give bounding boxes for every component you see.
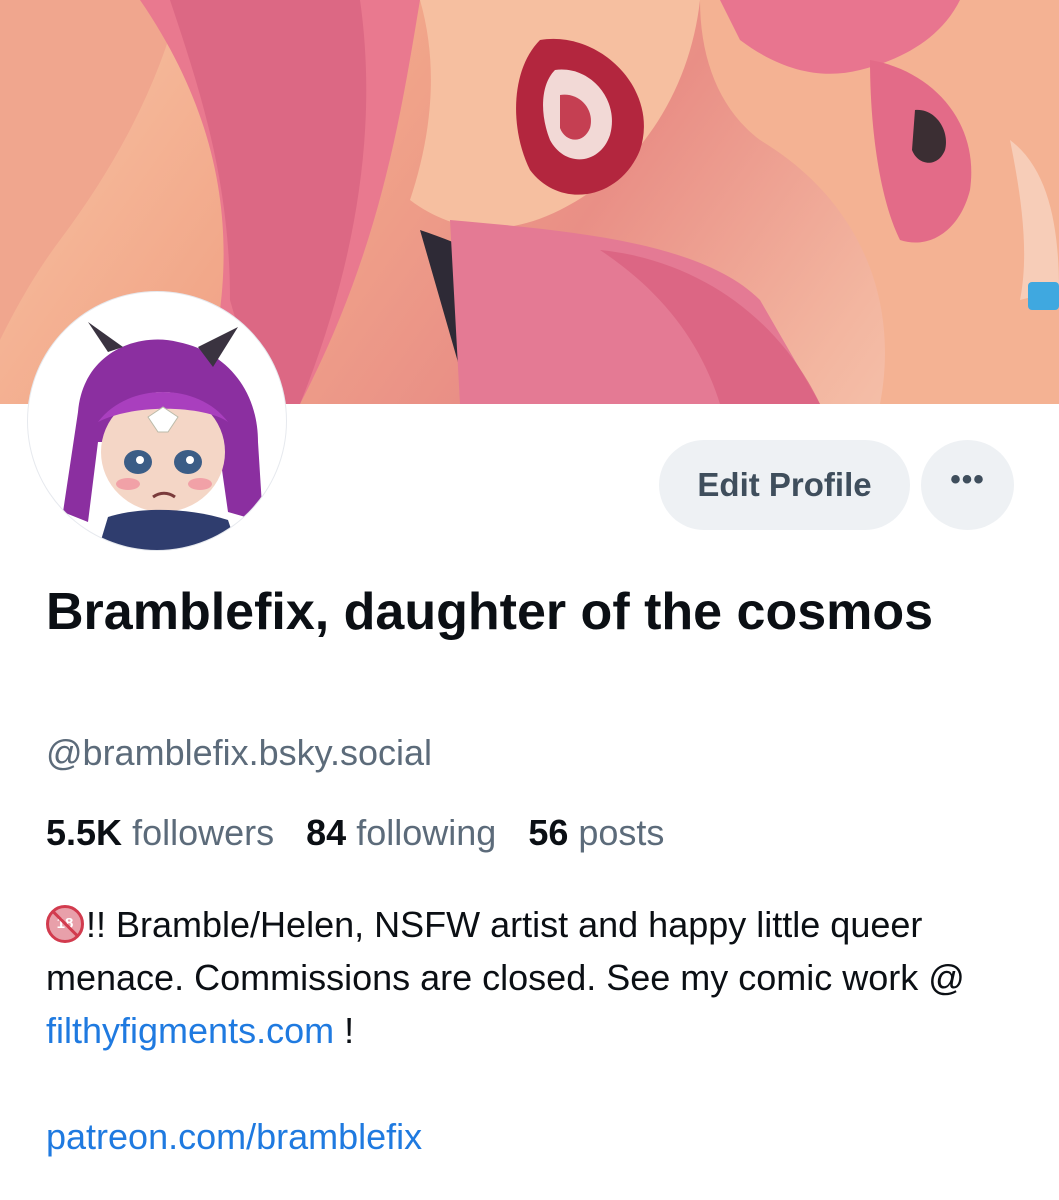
patreon-link[interactable]: patreon.com/bramblefix — [46, 1116, 422, 1158]
following-stat[interactable]: 84 following — [306, 812, 496, 853]
profile-stats: 5.5K followers 84 following 56 posts — [46, 812, 686, 854]
posts-stat: 56 posts — [528, 812, 664, 853]
followers-label: followers — [132, 812, 275, 853]
no-under-18-icon: 18 — [46, 905, 84, 943]
bio-website-link[interactable]: filthyfigments.com — [46, 1010, 334, 1051]
more-options-button[interactable]: ••• — [921, 440, 1014, 530]
followers-stat[interactable]: 5.5K followers — [46, 812, 274, 853]
edit-profile-button[interactable]: Edit Profile — [659, 440, 910, 530]
handle: @bramblefix.bsky.social — [46, 732, 432, 773]
followers-count: 5.5K — [46, 812, 123, 853]
display-name: Bramblefix, daughter of the cosmos — [46, 583, 934, 641]
nsfw-badge-text: 18 — [56, 915, 74, 932]
posts-count: 56 — [528, 812, 569, 853]
bio-text: !! Bramble/Helen, NSFW artist and happy … — [46, 904, 965, 998]
bio: 18!! Bramble/Helen, NSFW artist and happ… — [46, 898, 1036, 1057]
following-count: 84 — [306, 812, 347, 853]
avatar[interactable] — [28, 292, 286, 550]
bio-text-end: ! — [334, 1010, 355, 1051]
avatar-image — [36, 300, 278, 550]
posts-label: posts — [578, 812, 665, 853]
more-horizontal-icon: ••• — [950, 463, 985, 496]
following-label: following — [356, 812, 497, 853]
